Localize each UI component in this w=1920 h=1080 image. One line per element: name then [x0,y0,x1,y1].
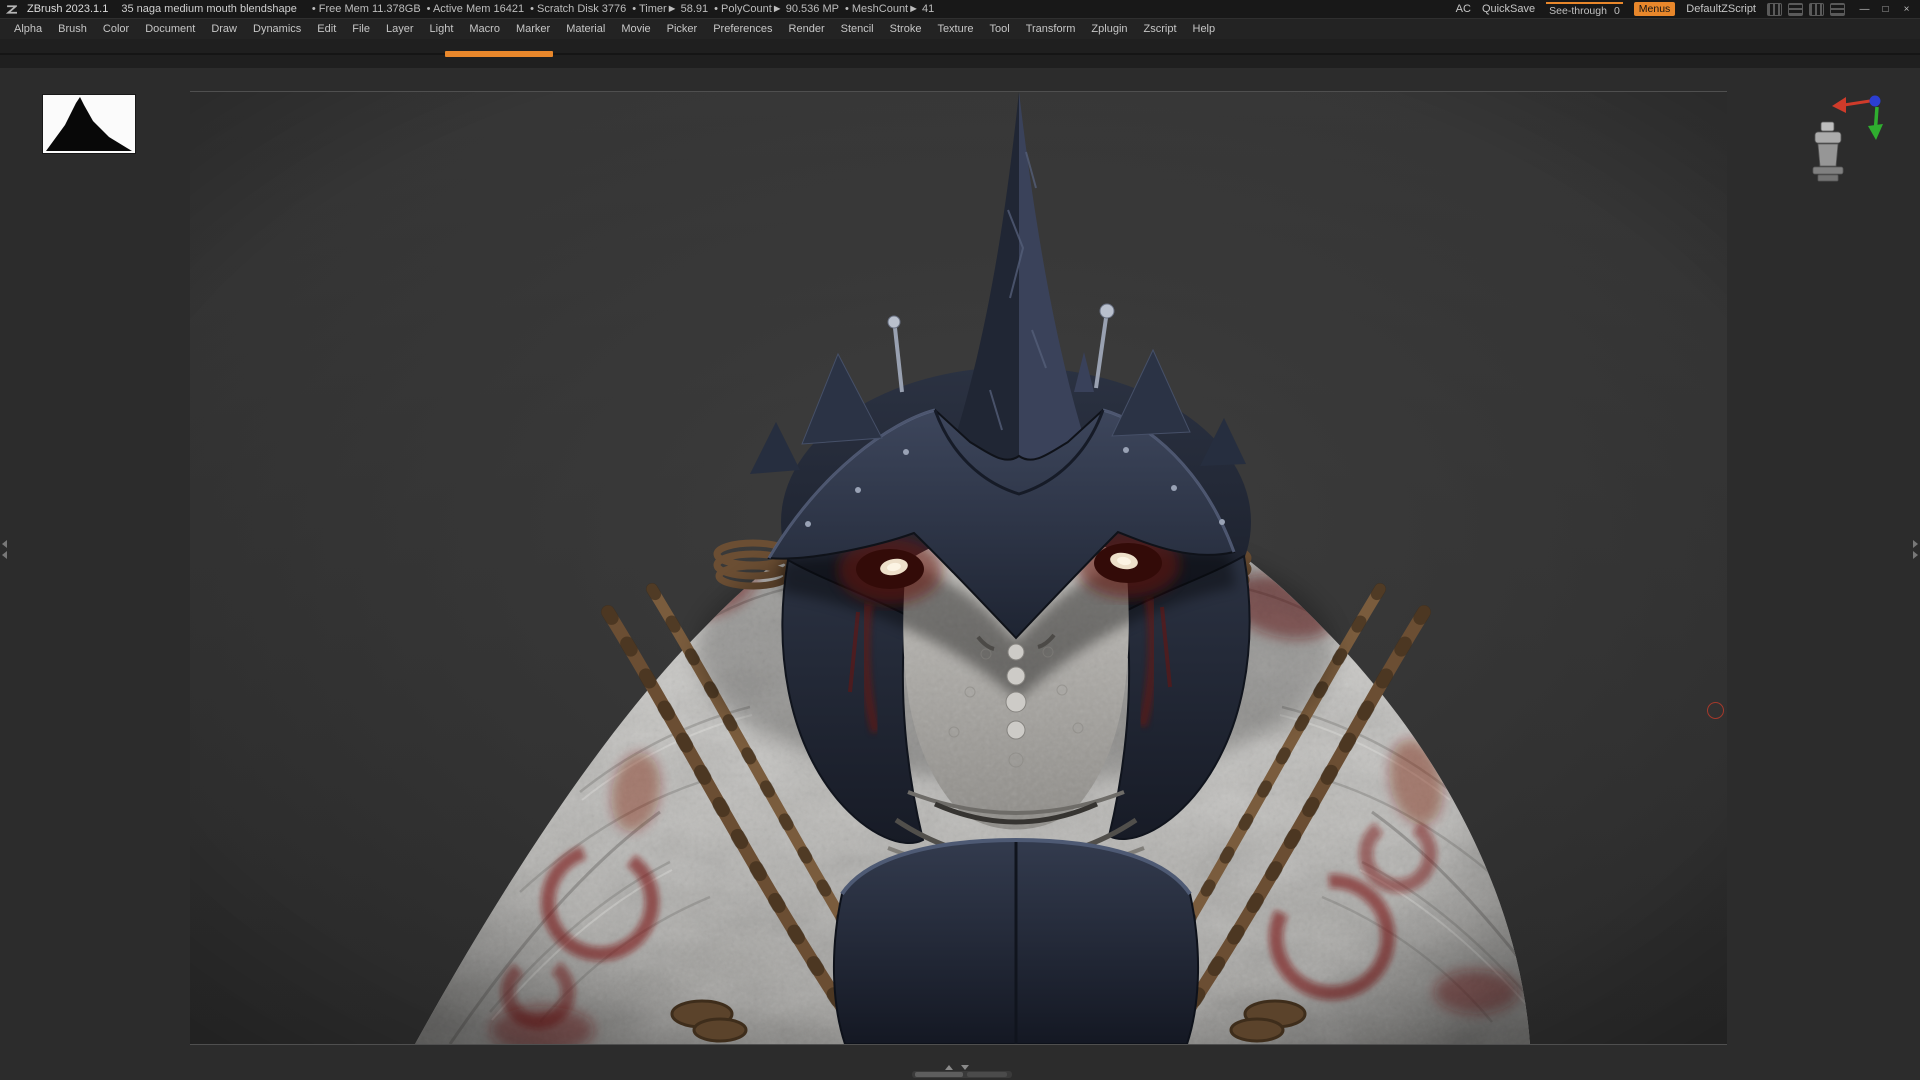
default-zscript-button[interactable]: DefaultZScript [1686,3,1756,15]
stat-item: • Active Mem 16421 [427,3,524,15]
window-controls: — □ × [1856,4,1915,15]
menu-item[interactable]: Stencil [833,19,882,39]
camera-gizmo[interactable] [1800,88,1915,223]
scrollbar-thumb[interactable] [915,1072,963,1077]
menu-item[interactable]: Movie [613,19,658,39]
menu-item[interactable]: Layer [378,19,422,39]
zbrush-window: ZBrush 2023.1.1 35 naga medium mouth ble… [0,0,1920,1080]
dock-icons [1767,3,1845,16]
chevron-left-icon [2,540,7,548]
menu-item[interactable]: Macro [461,19,508,39]
menu-item[interactable]: Dynamics [245,19,309,39]
menu-item[interactable]: Preferences [705,19,780,39]
sculpt-document[interactable] [190,91,1727,1045]
close-button[interactable]: × [1898,4,1915,15]
see-through-slider[interactable]: See-through 0 [1546,2,1623,17]
stat-item: • Free Mem 11.378GB [312,3,421,15]
title-bar: ZBrush 2023.1.1 35 naga medium mouth ble… [0,0,1920,18]
chevron-right-icon [1913,540,1918,548]
see-through-value: 0 [1614,5,1620,17]
stat-item: • Scratch Disk 3776 [530,3,626,15]
menu-item[interactable]: Zscript [1136,19,1185,39]
menu-item[interactable]: File [344,19,378,39]
chevron-right-icon [1913,551,1918,559]
bottom-tray-toggle[interactable] [945,1065,969,1070]
menu-item[interactable]: Alpha [6,19,50,39]
menu-item[interactable]: Render [781,19,833,39]
menu-item[interactable]: Transform [1018,19,1084,39]
silhouette-image [43,95,135,153]
menu-item[interactable]: Marker [508,19,558,39]
document-title: 35 naga medium mouth blendshape [121,3,297,15]
palette-dock-icon[interactable] [1788,3,1803,16]
see-through-label: See-through [1549,5,1607,17]
model-preview-icon [1806,120,1850,184]
menu-bar: AlphaBrushColorDocumentDrawDynamicsEditF… [0,18,1920,39]
app-title: ZBrush 2023.1.1 [27,3,108,15]
menu-item[interactable]: Texture [929,19,981,39]
chevron-left-icon [2,551,7,559]
horizontal-scrollbar[interactable] [912,1071,1012,1078]
stat-item: • PolyCount► 90.536 MP [714,3,839,15]
menu-item[interactable]: Light [422,19,462,39]
menu-item[interactable]: Draw [203,19,245,39]
ac-button[interactable]: AC [1456,3,1471,15]
top-shelf [0,39,1920,68]
menu-item[interactable]: Help [1185,19,1224,39]
minimize-button[interactable]: — [1856,4,1873,15]
chevron-up-icon [945,1065,953,1070]
interface-dock-icon[interactable] [1809,3,1824,16]
menu-item[interactable]: Zplugin [1083,19,1135,39]
canvas-area[interactable] [0,68,1920,1080]
stat-item: • Timer► 58.91 [632,3,708,15]
left-tray-toggle[interactable] [2,540,7,559]
tray-divider-line [0,53,1920,55]
brush-cursor-ring [1707,702,1724,719]
silhouette-preview-thumbnail[interactable] [43,95,135,153]
right-tray-toggle[interactable] [1913,540,1918,559]
divider-dock-icon[interactable] [1767,3,1782,16]
menu-item[interactable]: Color [95,19,137,39]
memory-stats: • Free Mem 11.378GB • Active Mem 16421 • S… [312,3,934,15]
menu-item[interactable]: Brush [50,19,95,39]
menu-item[interactable]: Tool [982,19,1018,39]
tray-divider-handle[interactable] [445,51,553,57]
menu-item[interactable]: Stroke [882,19,930,39]
restore-button[interactable]: □ [1877,4,1894,15]
chevron-down-icon [961,1065,969,1070]
menu-item[interactable]: Material [558,19,613,39]
zbrush-logo-icon [5,3,18,15]
stat-item: • MeshCount► 41 [845,3,934,15]
scrollbar-thumb-secondary[interactable] [967,1072,1007,1077]
naga-model-render [190,92,1727,1044]
menu-item[interactable]: Picker [659,19,706,39]
menus-toggle-button[interactable]: Menus [1634,2,1676,16]
menu-item[interactable]: Edit [309,19,344,39]
quicksave-button[interactable]: QuickSave [1482,3,1535,15]
layout-dock-icon[interactable] [1830,3,1845,16]
menu-item[interactable]: Document [137,19,203,39]
